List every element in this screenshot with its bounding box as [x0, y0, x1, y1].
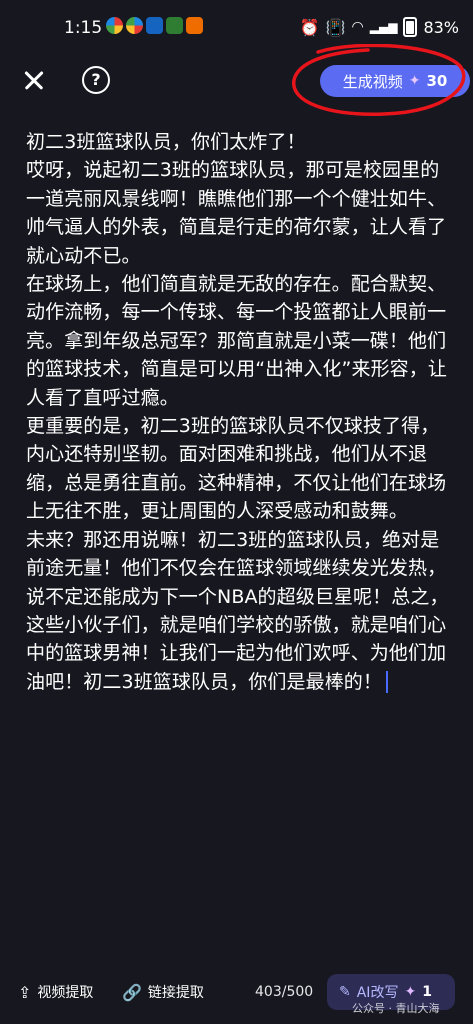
notification-icons	[106, 17, 203, 34]
status-bar: 1:15 ⏰ 📳 ◠ ▂▄▆ 83%	[0, 0, 473, 58]
char-count: 403/500	[255, 984, 314, 1000]
sparkle-icon: ✦	[408, 73, 421, 89]
ai-rewrite-label: AI改写	[356, 985, 399, 1001]
app-icon-pinwheel-2	[126, 17, 143, 34]
watermark: 公众号 · 青山大海	[352, 1002, 440, 1015]
top-toolbar: ? 生成视频 ✦ 30	[0, 58, 473, 102]
battery-percent: 83%	[423, 17, 459, 37]
pen-icon: ✎	[339, 984, 351, 1000]
text-editor[interactable]: 初二3班篮球队员，你们太炸了！ 哎呀，说起初二3班的篮球队员，那可是校园里的一道…	[26, 128, 450, 696]
paragraph: 在球场上，他们简直就是无敌的存在。配合默契、动作流畅，每一个传球、每一个投篮都让…	[26, 273, 447, 409]
text-cursor	[386, 671, 388, 694]
link-icon: 🔗	[122, 982, 142, 1002]
video-extract-button[interactable]: ⇪ 视频提取	[18, 982, 93, 1002]
help-icon[interactable]: ?	[82, 66, 110, 94]
vibrate-icon: 📳	[325, 17, 346, 37]
sparkle-icon: ✦	[404, 984, 417, 1000]
paragraph-last: 未来？那还用说嘛！初二3班的篮球队员，绝对是前途无量！他们不仅会在篮球领域继续发…	[26, 526, 450, 696]
status-right: ⏰ 📳 ◠ ▂▄▆ 83%	[300, 17, 459, 37]
app-icon-orange	[186, 17, 203, 34]
paragraph: 未来？那还用说嘛！初二3班的篮球队员，绝对是前途无量！他们不仅会在篮球领域继续发…	[26, 528, 449, 693]
close-icon[interactable]	[20, 66, 48, 94]
paragraph: 哎呀，说起初二3班的篮球队员，那可是校园里的一道亮丽风景线啊！瞧瞧他们那一个个健…	[26, 159, 447, 267]
link-extract-label: 链接提取	[147, 985, 204, 1001]
signal-icon: ▂▄▆	[369, 20, 398, 34]
paragraph: 初二3班篮球队员，你们太炸了！	[26, 131, 306, 153]
ai-cost: 1	[422, 984, 432, 1000]
upload-icon: ⇪	[18, 982, 32, 1002]
generate-video-label: 生成视频	[342, 72, 403, 91]
link-extract-button[interactable]: 🔗 链接提取	[122, 982, 204, 1002]
alarm-icon: ⏰	[299, 17, 320, 37]
app-icon-flag	[146, 17, 163, 34]
status-time: 1:15	[64, 18, 103, 38]
generate-video-button[interactable]: 生成视频 ✦ 30	[320, 65, 470, 97]
credits-count: 30	[426, 72, 448, 90]
battery-icon	[403, 17, 418, 37]
app-icon-green	[166, 17, 183, 34]
wifi-icon: ◠	[351, 19, 364, 35]
paragraph: 更重要的是，初二3班的篮球队员不仅球技了得，内心还特别坚韧。面对困难和挑战，他们…	[26, 415, 447, 523]
video-extract-label: 视频提取	[37, 985, 94, 1001]
app-icon-pinwheel	[106, 17, 123, 34]
